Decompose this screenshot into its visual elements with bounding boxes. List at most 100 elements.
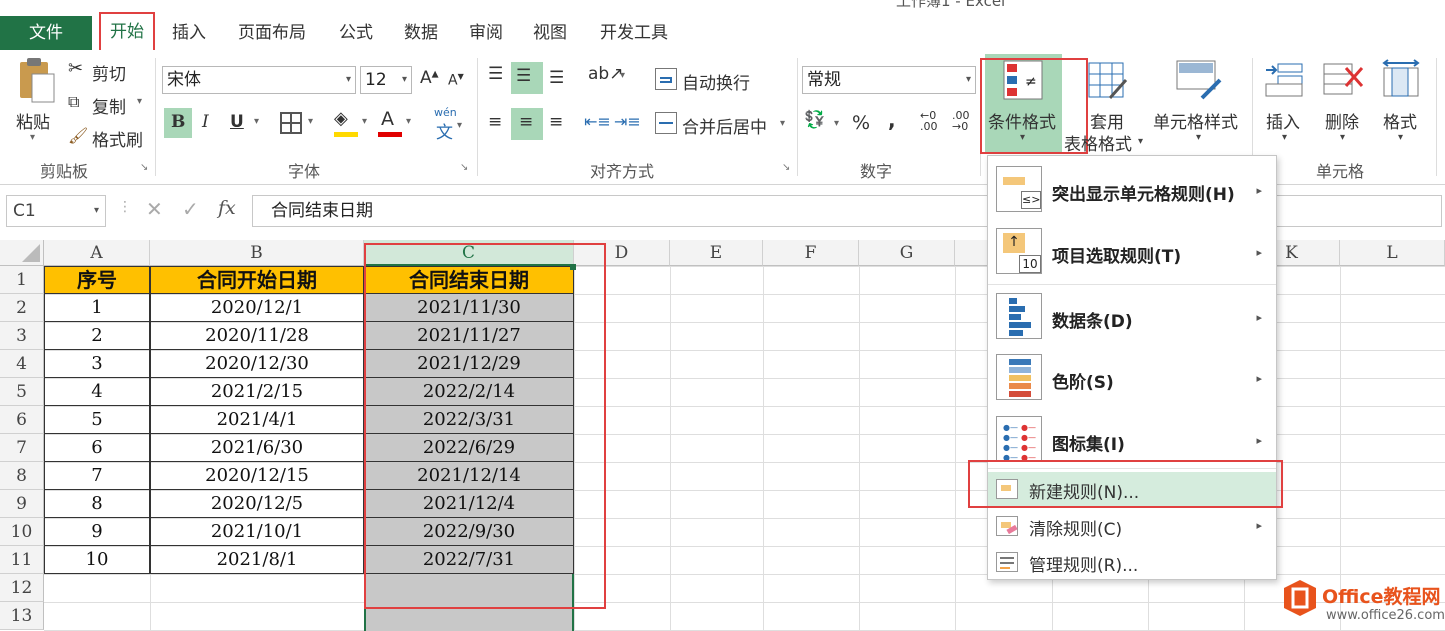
copy-button[interactable]: 复制 <box>92 93 126 118</box>
table-cell[interactable]: 6 <box>44 434 150 462</box>
table-cell[interactable]: 4 <box>44 378 150 406</box>
insert-cells-button[interactable]: 插入 <box>1266 108 1300 133</box>
accounting-format-icon[interactable]: 💱 <box>804 110 825 130</box>
font-color-dropdown-icon[interactable]: ▾ <box>406 116 411 127</box>
menu-item-top-bottom-rules[interactable]: ↑ 10 项目选取规则(T) ▸ <box>988 222 1276 282</box>
fill-dropdown-icon[interactable]: ▾ <box>362 116 367 127</box>
phonetic-dropdown-icon[interactable]: ▾ <box>457 120 462 131</box>
paste-button[interactable]: 粘贴 <box>16 108 50 133</box>
paste-icon[interactable] <box>14 58 56 104</box>
table-cell[interactable]: 7 <box>44 462 150 490</box>
column-header-b[interactable]: B <box>150 240 364 266</box>
merge-dropdown-icon[interactable]: ▾ <box>780 118 785 129</box>
tab-page-layout[interactable]: 页面布局 <box>232 18 312 48</box>
table-cell[interactable]: 8 <box>44 490 150 518</box>
tab-insert[interactable]: 插入 <box>166 18 212 48</box>
bold-button[interactable]: B <box>171 112 185 132</box>
align-left-icon[interactable]: ≡ <box>488 112 502 132</box>
row-header-10[interactable]: 10 <box>0 518 44 546</box>
table-cell[interactable]: 9 <box>44 518 150 546</box>
table-cell[interactable]: 2020/12/5 <box>150 490 364 518</box>
tab-developer[interactable]: 开发工具 <box>592 18 676 48</box>
menu-item-clear-rules[interactable]: 清除规则(C) ▸ <box>988 509 1276 543</box>
cell-styles-button[interactable]: 单元格样式 <box>1153 108 1238 133</box>
increase-font-icon[interactable]: A▲ <box>420 68 439 88</box>
merge-center-button[interactable]: 合并后居中 <box>682 113 767 138</box>
row-header-9[interactable]: 9 <box>0 490 44 518</box>
align-bottom-icon[interactable]: ☰ <box>549 68 564 88</box>
align-center-icon[interactable]: ≡ <box>519 112 533 132</box>
insert-function-icon[interactable]: fx <box>218 197 236 219</box>
select-all-corner[interactable] <box>0 240 44 266</box>
table-cell[interactable]: 5 <box>44 406 150 434</box>
row-header-7[interactable]: 7 <box>0 434 44 462</box>
font-name-select[interactable]: 宋体 ▾ <box>162 66 356 94</box>
row-header-8[interactable]: 8 <box>0 462 44 490</box>
cut-button[interactable]: 剪切 <box>92 60 126 85</box>
format-cells-button[interactable]: 格式 <box>1383 108 1417 133</box>
tab-home[interactable]: 开始 <box>99 12 155 52</box>
menu-item-data-bars[interactable]: 数据条(D) ▸ <box>988 284 1276 344</box>
align-right-icon[interactable]: ≡ <box>549 112 563 132</box>
underline-dropdown-icon[interactable]: ▾ <box>254 116 259 127</box>
menu-item-color-scales[interactable]: 色阶(S) ▸ <box>988 346 1276 408</box>
table-cell[interactable]: 2020/11/28 <box>150 322 364 350</box>
borders-icon[interactable] <box>280 112 302 134</box>
tab-review[interactable]: 审阅 <box>463 18 509 48</box>
row-header-5[interactable]: 5 <box>0 378 44 406</box>
insert-dropdown-icon[interactable]: ▾ <box>1282 132 1287 143</box>
underline-button[interactable]: U <box>230 112 244 132</box>
table-cell[interactable]: 2020/12/1 <box>150 294 364 322</box>
table-cell[interactable]: 2021/2/15 <box>150 378 364 406</box>
orientation-icon[interactable]: ab↗ <box>588 64 623 84</box>
row-header-3[interactable]: 3 <box>0 322 44 350</box>
align-top-icon[interactable]: ☰ <box>488 64 503 84</box>
table-cell[interactable]: 2020/12/30 <box>150 350 364 378</box>
row-header-2[interactable]: 2 <box>0 294 44 322</box>
row-header-12[interactable]: 12 <box>0 574 44 602</box>
wrap-text-button[interactable]: 自动换行 <box>682 69 750 94</box>
phonetic-guide-icon[interactable]: 文 <box>436 118 453 143</box>
italic-button[interactable]: I <box>202 112 209 132</box>
format-dropdown-icon[interactable]: ▾ <box>1398 132 1403 143</box>
font-launcher-icon[interactable]: ↘ <box>460 162 468 173</box>
paste-dropdown-icon[interactable]: ▾ <box>30 132 35 143</box>
decrease-font-icon[interactable]: A▼ <box>448 72 464 89</box>
row-header-13[interactable]: 13 <box>0 602 44 630</box>
fill-color-icon[interactable]: ◈ <box>334 108 348 129</box>
name-box[interactable]: C1 ▾ <box>6 195 106 227</box>
tab-view[interactable]: 视图 <box>527 18 573 48</box>
table-cell[interactable]: 2021/10/1 <box>150 518 364 546</box>
column-header-l[interactable]: L <box>1340 240 1445 266</box>
table-cell[interactable]: 10 <box>44 546 150 574</box>
clipboard-launcher-icon[interactable]: ↘ <box>140 162 148 173</box>
format-painter-button[interactable]: 格式刷 <box>92 126 143 151</box>
row-header-6[interactable]: 6 <box>0 406 44 434</box>
menu-item-manage-rules[interactable]: 管理规则(R)... <box>988 545 1276 579</box>
decrease-indent-icon[interactable]: ⇤≡ <box>584 112 611 131</box>
tab-data[interactable]: 数据 <box>398 18 444 48</box>
column-header-f[interactable]: F <box>763 240 859 266</box>
format-as-table-button[interactable]: 表格格式 <box>1064 130 1132 155</box>
column-header-e[interactable]: E <box>670 240 763 266</box>
number-format-select[interactable]: 常规 ▾ <box>802 66 976 94</box>
tab-file[interactable]: 文件 <box>0 16 92 50</box>
accounting-dropdown-icon[interactable]: ▾ <box>834 118 839 129</box>
table-cell[interactable]: 3 <box>44 350 150 378</box>
table-header-cell[interactable]: 序号 <box>44 266 150 294</box>
row-header-4[interactable]: 4 <box>0 350 44 378</box>
delete-cells-button[interactable]: 删除 <box>1325 108 1359 133</box>
row-header-11[interactable]: 11 <box>0 546 44 574</box>
menu-item-highlight-rules[interactable]: ≤> 突出显示单元格规则(H) ▸ <box>988 160 1276 220</box>
percent-button[interactable]: % <box>852 112 870 134</box>
align-middle-icon[interactable]: ☰ <box>516 66 531 86</box>
delete-dropdown-icon[interactable]: ▾ <box>1340 132 1345 143</box>
table-cell[interactable]: 2 <box>44 322 150 350</box>
borders-dropdown-icon[interactable]: ▾ <box>308 116 313 127</box>
alignment-launcher-icon[interactable]: ↘ <box>782 162 790 173</box>
tab-formulas[interactable]: 公式 <box>333 18 379 48</box>
table-cell[interactable]: 2021/6/30 <box>150 434 364 462</box>
column-header-g[interactable]: G <box>859 240 955 266</box>
column-header-a[interactable]: A <box>44 240 150 266</box>
font-size-select[interactable]: 12 ▾ <box>360 66 412 94</box>
